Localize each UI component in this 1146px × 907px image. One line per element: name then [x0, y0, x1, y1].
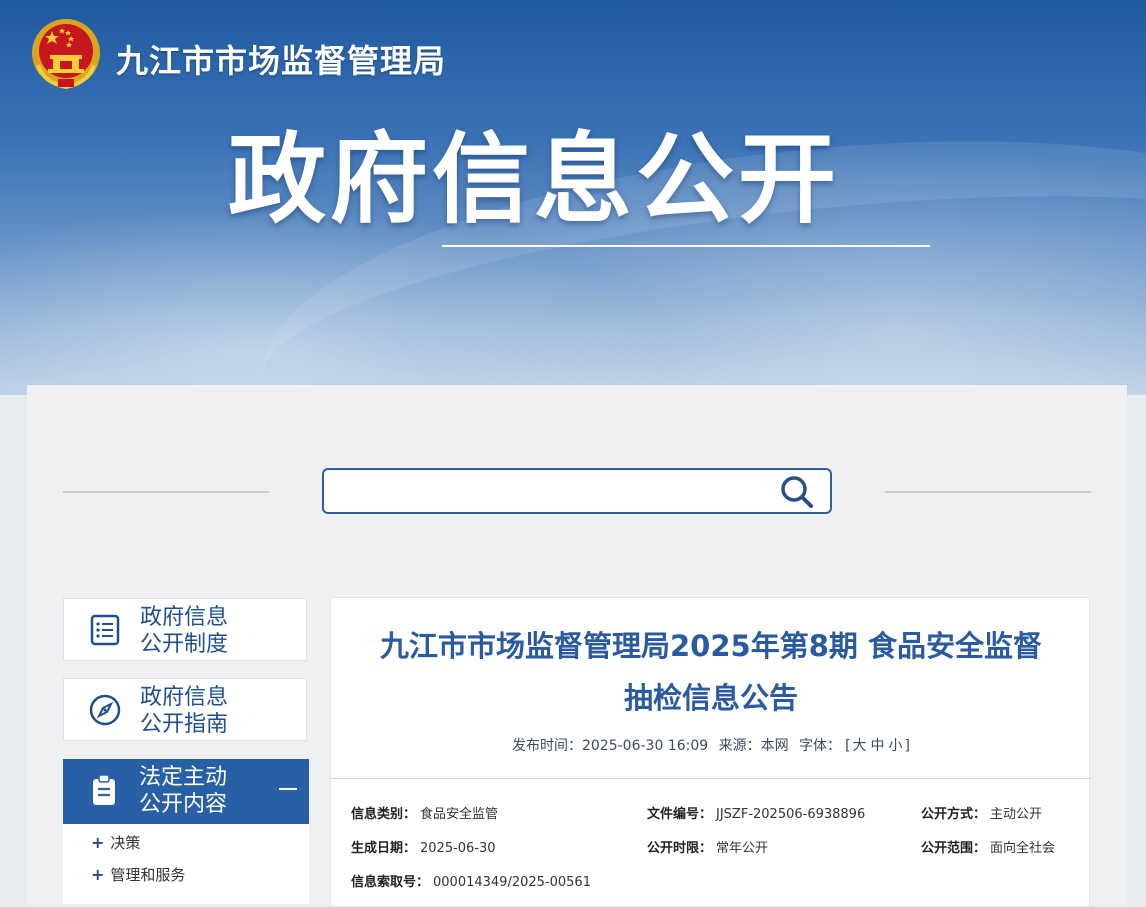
font-medium-button[interactable]: 中	[871, 738, 885, 754]
search-divider-left	[63, 491, 269, 493]
sidebar-item-disclosure-system[interactable]: 政府信息 公开制度	[63, 598, 307, 661]
sidebar-item-label: 政府信息 公开指南	[140, 685, 229, 737]
font-large-button[interactable]: 大	[853, 738, 867, 754]
info-index-number: 信息索取号： 000014349/2025-00561	[351, 875, 591, 890]
article-title: 九江市市场监督管理局2025年第8期 食品安全监督 抽检信息公告	[380, 629, 1042, 715]
national-emblem-icon	[32, 19, 100, 90]
submenu-item-management-services[interactable]: + 管理和服务	[91, 864, 185, 885]
article-panel: 九江市市场监督管理局2025年第8期 食品安全监督 抽检信息公告 发布时间：20…	[330, 597, 1091, 907]
collapse-icon[interactable]	[279, 788, 297, 790]
publish-label: 发布时间：2025-06-30 16:09	[511, 738, 709, 754]
article-divider	[331, 778, 1091, 779]
font-small-button[interactable]: 小	[889, 738, 903, 754]
search-input[interactable]	[324, 470, 778, 510]
sidebar-item-disclosure-guide[interactable]: 政府信息 公开指南	[63, 678, 307, 741]
clipboard-icon	[93, 774, 115, 805]
info-open-mode: 公开方式： 主动公开	[921, 807, 1043, 822]
sidebar-item-label: 法定主动 公开内容	[139, 765, 228, 817]
document-list-icon	[90, 614, 120, 646]
search-divider-right	[885, 491, 1091, 493]
expand-plus-icon: +	[91, 833, 105, 852]
info-category: 信息类别： 食品安全监管	[351, 807, 499, 822]
sidebar-item-label: 政府信息 公开制度	[140, 605, 229, 657]
font-size-control: 字体：[大中小]	[799, 738, 910, 754]
title-underline	[442, 245, 930, 247]
page-title: 政府信息公开	[228, 123, 841, 237]
sidebar-submenu: + 决策 + 管理和服务	[63, 824, 309, 904]
submenu-item-decisions[interactable]: + 决策	[91, 832, 140, 853]
site-name: 九江市市场监督管理局	[116, 42, 447, 80]
info-scope: 公开范围： 面向全社会	[921, 841, 1056, 856]
compass-icon	[89, 694, 121, 726]
source-label: 来源：本网	[718, 738, 789, 754]
article-meta: 发布时间：2025-06-30 16:09 来源：本网 字体：[大中小]	[331, 735, 1091, 755]
info-period: 公开时限： 常年公开	[647, 841, 769, 856]
expand-plus-icon: +	[91, 865, 105, 884]
sidebar-item-statutory-content[interactable]: 法定主动 公开内容	[63, 759, 309, 824]
info-date: 生成日期： 2025-06-30	[351, 841, 496, 856]
search-bar	[322, 468, 832, 514]
search-icon[interactable]	[778, 474, 816, 510]
info-doc-number: 文件编号： JJSZF-202506-6938896	[647, 807, 866, 822]
header-banner: 九江市市场监督管理局 政府信息公开	[0, 0, 1146, 395]
